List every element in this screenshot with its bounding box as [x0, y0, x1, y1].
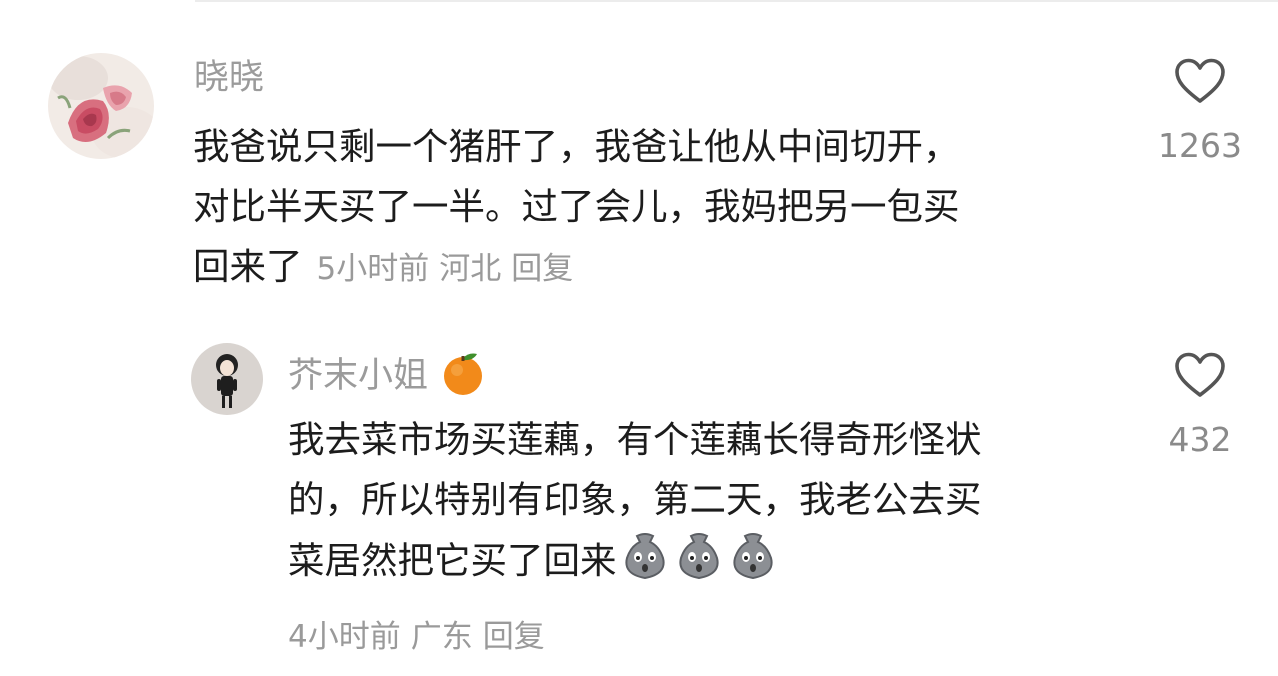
comment-text-line: 回来了 5小时前 河北 回复 — [193, 237, 960, 299]
comment-text-line: 我爸说只剩一个猪肝了，我爸让他从中间切开， — [193, 125, 960, 168]
reply-text-line: 的，所以特别有印象，第二天，我老公去买 — [288, 478, 982, 521]
location: 广东 — [410, 619, 473, 655]
heart-outline-icon[interactable] — [1174, 58, 1226, 104]
reply-text-tail: 菜居然把它买了回来 — [288, 539, 617, 582]
timestamp: 5小时前 — [316, 251, 430, 287]
reply-text-line: 我去菜市场买莲藕，有个莲藕长得奇形怪状 — [288, 418, 982, 461]
heart-outline-icon[interactable] — [1174, 352, 1226, 398]
location: 河北 — [439, 251, 502, 287]
reply-text-line: 菜居然把它买了回来 — [288, 530, 982, 600]
like-button[interactable]: 1263 — [1150, 58, 1250, 166]
comment-text: 我爸说只剩一个猪肝了，我爸让他从中间切开， 对比半天买了一半。过了会儿，我妈把另… — [193, 117, 960, 299]
reply-meta: 4小时前 广东 回复 — [288, 617, 555, 657]
like-count: 1263 — [1158, 126, 1242, 165]
shocked-sack-emoji-icon — [673, 530, 725, 600]
comment-text-line: 对比半天买了一半。过了会儿，我妈把另一包买 — [193, 185, 960, 228]
reply-text: 我去菜市场买莲藕，有个莲藕长得奇形怪状 的，所以特别有印象，第二天，我老公去买 … — [288, 410, 982, 600]
reply-button[interactable]: 回复 — [511, 251, 573, 287]
shocked-sack-emoji-icon — [619, 530, 671, 600]
like-count: 432 — [1168, 420, 1232, 459]
rose-avatar-image — [48, 53, 154, 159]
username[interactable]: 芥末小姐 — [288, 350, 485, 405]
comment-meta: 5小时前 河北 回复 — [317, 251, 584, 287]
avatar[interactable] — [48, 53, 154, 159]
girl-avatar-image — [191, 343, 263, 415]
timestamp: 4小时前 — [288, 619, 401, 655]
comment-text-tail: 回来了 — [193, 245, 303, 288]
avatar[interactable] — [191, 343, 263, 415]
username-text[interactable]: 芥末小姐 — [288, 356, 428, 396]
username[interactable]: 晓晓 — [194, 58, 264, 98]
comment-thread: 晓晓 我爸说只剩一个猪肝了，我爸让他从中间切开， 对比半天买了一半。过了会儿，我… — [0, 0, 1278, 676]
like-button[interactable]: 432 — [1150, 352, 1250, 460]
orange-emoji-icon — [441, 350, 485, 405]
divider — [195, 0, 1278, 2]
reply-button[interactable]: 回复 — [483, 619, 545, 655]
shocked-sack-emoji-icon — [727, 530, 779, 600]
